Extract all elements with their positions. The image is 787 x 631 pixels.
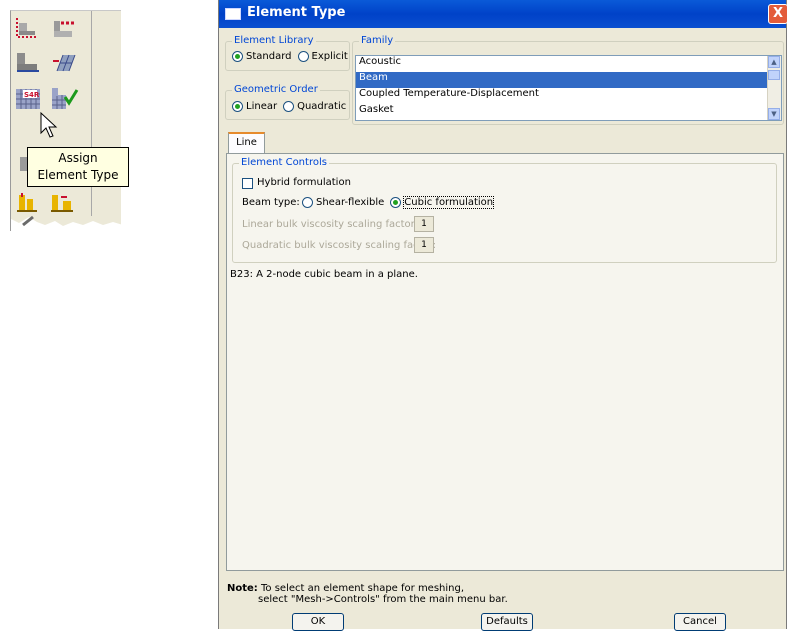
assign-element-type-icon[interactable]: S4R <box>13 85 43 113</box>
standard-radio[interactable] <box>232 51 243 62</box>
element-description: B23: A 2-node cubic beam in a plane. <box>230 269 418 280</box>
shear-flexible-radio[interactable] <box>302 197 313 208</box>
linear-radio[interactable] <box>232 101 243 112</box>
element-library-group: Element Library Standard Explicit <box>225 35 350 71</box>
mesh-region-icon[interactable] <box>49 49 79 77</box>
element-type-dialog: Element Type X Element Library Standard … <box>218 0 787 631</box>
svg-text:S4R: S4R <box>24 91 40 99</box>
family-item-coupled-temp-disp[interactable]: Coupled Temperature-Displacement <box>356 88 781 104</box>
tooltip: Assign Element Type <box>27 147 129 187</box>
torn-edge <box>11 215 135 231</box>
family-item-beam[interactable]: Beam <box>356 72 781 88</box>
cancel-button[interactable]: Cancel <box>674 613 726 631</box>
window-icon <box>225 8 241 20</box>
explicit-label[interactable]: Explicit <box>312 51 348 62</box>
family-item-gasket[interactable]: Gasket <box>356 104 781 120</box>
quadratic-label[interactable]: Quadratic <box>297 101 346 112</box>
mouse-pointer-icon <box>39 111 61 141</box>
tooltip-line2: Element Type <box>37 168 119 182</box>
beam-type-label: Beam type: <box>242 197 300 208</box>
explicit-radio[interactable] <box>297 51 309 62</box>
geometric-order-group: Geometric Order Linear Quadratic <box>225 84 350 120</box>
geometric-order-label: Geometric Order <box>232 84 320 95</box>
element-library-label: Element Library <box>232 35 316 46</box>
tab-line[interactable]: Line <box>228 132 265 154</box>
shear-flexible-label[interactable]: Shear-flexible <box>316 197 384 208</box>
note-line1: To select an element shape for meshing, <box>261 583 465 594</box>
family-scrollbar[interactable]: ▲ ▼ <box>767 56 781 120</box>
tooltip-line1: Assign <box>58 151 98 165</box>
note-prefix: Note: <box>227 583 258 594</box>
quadratic-radio[interactable] <box>283 101 295 112</box>
family-list[interactable]: Acoustic Beam Coupled Temperature-Displa… <box>355 55 782 121</box>
cubic-formulation-label[interactable]: Cubic formulation <box>403 196 495 209</box>
element-controls-group: Element Controls Hybrid formulation Beam… <box>232 157 777 263</box>
quadratic-bulk-viscosity-field[interactable]: 1 <box>414 237 434 253</box>
mesh-toolbox: S4R Assign Element Type <box>10 10 135 231</box>
standard-label[interactable]: Standard <box>246 51 292 62</box>
scroll-up-icon[interactable]: ▲ <box>768 56 780 68</box>
cubic-formulation-radio[interactable] <box>390 197 402 208</box>
title-bar[interactable]: Element Type X <box>219 0 787 28</box>
note-line2: select "Mesh->Controls" from the main me… <box>258 594 508 605</box>
close-button[interactable]: X <box>768 4 787 24</box>
element-controls-label: Element Controls <box>239 157 329 168</box>
note-text: Note: To select an element shape for mes… <box>227 583 508 605</box>
linear-bulk-viscosity-label: Linear bulk viscosity scaling factor: <box>242 219 418 230</box>
quadratic-bulk-viscosity-label: Quadratic bulk viscosity scaling factor: <box>242 240 437 251</box>
ok-button[interactable]: OK <box>292 613 344 631</box>
scroll-down-icon[interactable]: ▼ <box>768 108 780 120</box>
tab-panel-line: Element Controls Hybrid formulation Beam… <box>226 153 784 571</box>
seed-edge-icon[interactable] <box>49 15 79 43</box>
scroll-thumb[interactable] <box>768 70 780 80</box>
verify-mesh-icon[interactable] <box>49 85 79 113</box>
family-item-acoustic[interactable]: Acoustic <box>356 56 781 72</box>
dialog-title: Element Type <box>247 5 346 20</box>
seed-part-icon[interactable] <box>13 15 43 43</box>
linear-bulk-viscosity-field[interactable]: 1 <box>414 216 434 232</box>
defaults-button[interactable]: Defaults <box>481 613 533 631</box>
family-group: Family Acoustic Beam Coupled Temperature… <box>352 35 784 125</box>
family-label: Family <box>359 35 396 46</box>
hybrid-formulation-label[interactable]: Hybrid formulation <box>257 177 351 188</box>
hidden-tool-icon[interactable] <box>11 151 28 179</box>
hybrid-formulation-checkbox[interactable] <box>242 178 253 189</box>
linear-label[interactable]: Linear <box>246 101 277 112</box>
mesh-part-icon[interactable] <box>13 49 43 77</box>
